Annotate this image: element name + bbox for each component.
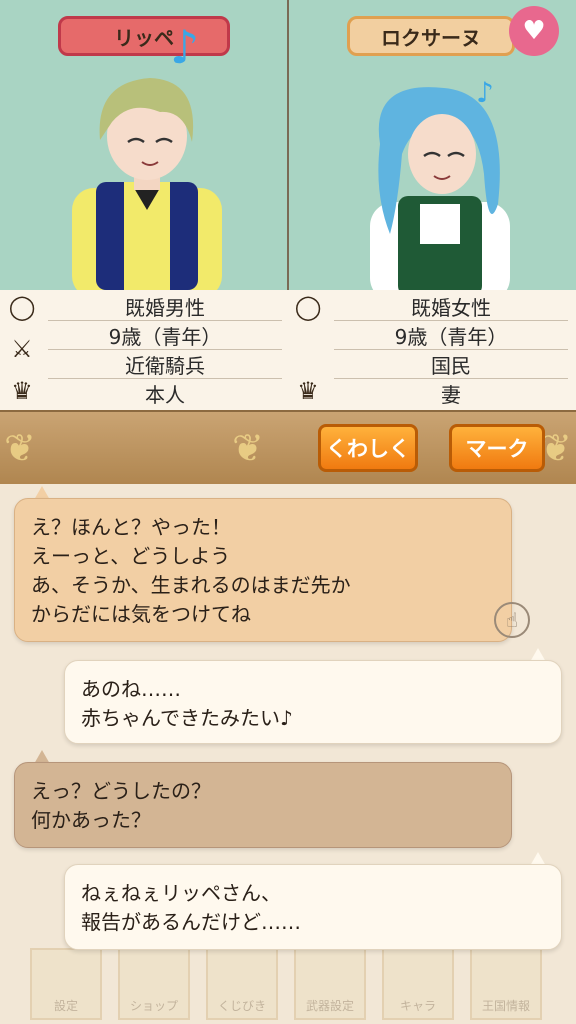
character-info-panel: ◯ ⚔ ♛ 既婚男性 9歳（青年） 近衛騎兵 本人 ◯ ♛ 既婚女性 9歳（青年… (0, 290, 576, 410)
mark-button[interactable]: マーク (449, 424, 545, 472)
menu-characters: キャラ (382, 948, 454, 1020)
right-character-portrait (370, 87, 510, 290)
message-bubble: あのね…… 赤ちゃんできたみたい♪ (64, 660, 562, 744)
menu-lottery: くじびき (206, 948, 278, 1020)
left-relation: 本人 (145, 382, 185, 407)
menu-shop: ショップ (118, 948, 190, 1020)
left-character-portrait (72, 78, 222, 290)
message-bubble: え？ほんと？やった！ えーっと、どうしよう あ、そうか、生まれるのはまだ先か か… (14, 498, 512, 642)
left-character-name[interactable]: リッペ (58, 16, 230, 56)
left-job: 近衛騎兵 (48, 350, 282, 379)
message-bubble: ねぇねぇリッペさん、 報告があるんだけど…… (64, 864, 562, 950)
left-marital-status: 既婚男性 (48, 292, 282, 321)
background-menu-bar: 設定 ショップ くじびき 武器設定 キャラ 王国情報 (0, 940, 576, 1024)
ring-icon: ◯ (8, 293, 36, 321)
right-relation: 妻 (441, 382, 461, 407)
message-bubble: えっ？どうしたの？ 何かあった？ (14, 762, 512, 848)
left-age: 9歳（青年） (48, 321, 282, 350)
action-toolbar: ❦ ❦ ❦ くわしく マーク (0, 410, 576, 486)
ornament-icon: ❦ (4, 426, 36, 470)
crown-icon: ♛ (11, 377, 33, 405)
crown-icon: ♛ (297, 377, 319, 405)
crossed-swords-icon: ⚔ (11, 335, 33, 363)
ring-icon: ◯ (294, 293, 322, 321)
heart-icon[interactable]: ♥ (509, 6, 559, 56)
right-job: 国民 (334, 350, 568, 379)
right-marital-status: 既婚女性 (334, 292, 568, 321)
right-age: 9歳（青年） (334, 321, 568, 350)
menu-settings: 設定 (30, 948, 102, 1020)
menu-weapon-settings: 武器設定 (294, 948, 366, 1020)
tap-hand-icon[interactable]: ☝ (494, 602, 530, 638)
menu-kingdom-info: 王国情報 (470, 948, 542, 1020)
details-button[interactable]: くわしく (318, 424, 418, 472)
right-character-name[interactable]: ロクサーヌ (347, 16, 515, 56)
ornament-icon: ❦ (232, 426, 264, 470)
music-note-icon: ♪ (170, 20, 200, 74)
